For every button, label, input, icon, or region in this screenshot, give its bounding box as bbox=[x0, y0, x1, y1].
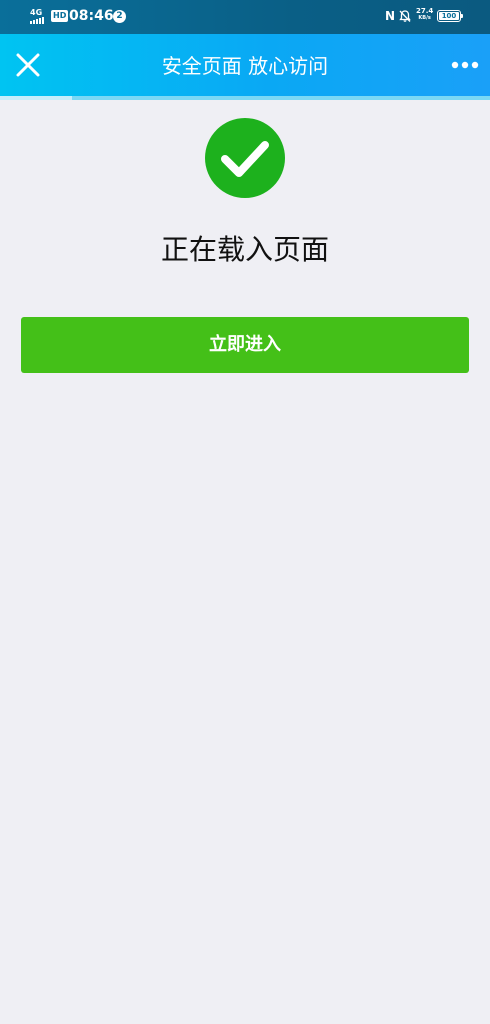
battery-icon: 100 bbox=[437, 10, 461, 22]
page: 4G HD 08:46 2 N 27.4 KB/s 100 安全页面 放心访问 bbox=[0, 0, 490, 1024]
hd-badge: HD bbox=[51, 10, 69, 22]
more-dots-icon[interactable] bbox=[449, 55, 481, 75]
network-speed-value: 27.4 bbox=[416, 7, 434, 15]
network-speed: 27.4 KB/s bbox=[416, 7, 434, 22]
clock: 08:46 bbox=[69, 8, 114, 24]
notification-badge: 2 bbox=[113, 10, 126, 23]
network-speed-unit: KB/s bbox=[418, 15, 431, 21]
signal-icon bbox=[30, 17, 44, 24]
status-bar: 4G HD 08:46 2 N 27.4 KB/s 100 bbox=[0, 0, 490, 34]
load-progress-fill bbox=[0, 96, 72, 100]
network-type: 4G bbox=[30, 8, 43, 17]
loading-message: 正在载入页面 bbox=[160, 233, 329, 266]
battery-level: 100 bbox=[439, 12, 459, 20]
battery-tip bbox=[461, 14, 463, 18]
nfc-icon: N bbox=[385, 9, 396, 23]
enter-now-button[interactable]: 立即进入 bbox=[21, 317, 469, 373]
mute-bell-icon bbox=[399, 10, 411, 22]
load-progress-bar bbox=[0, 96, 490, 100]
nav-bar: 安全页面 放心访问 bbox=[0, 34, 490, 96]
check-circle-icon bbox=[205, 118, 285, 198]
page-title: 安全页面 放心访问 bbox=[161, 54, 329, 78]
